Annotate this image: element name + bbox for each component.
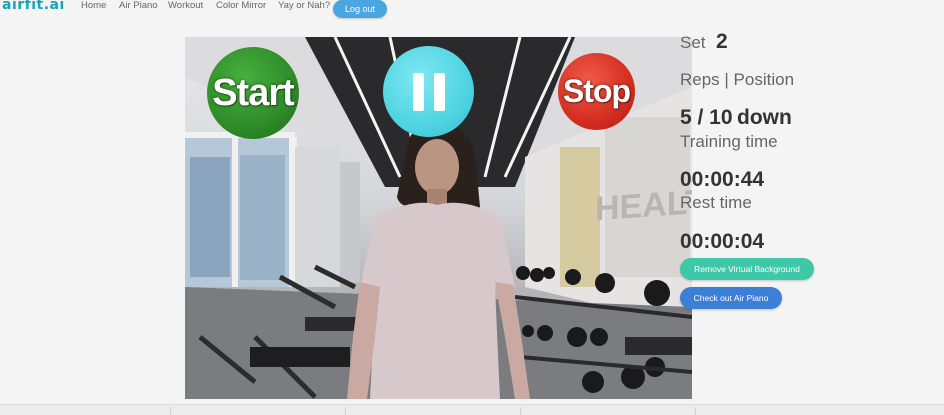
start-button[interactable]: Start bbox=[207, 47, 299, 139]
reps-value: 5 / 10 bbox=[680, 106, 733, 129]
set-value: 2 bbox=[715, 30, 728, 53]
reps-position-label: Reps | Position bbox=[680, 70, 795, 89]
nav-link-home[interactable]: Home bbox=[81, 0, 106, 11]
stop-button[interactable]: Stop bbox=[558, 53, 635, 130]
nav-link-air-piano[interactable]: Air Piano bbox=[119, 0, 158, 11]
training-time-label: Training time bbox=[680, 132, 778, 151]
reps-position-row: 5 / 10 down bbox=[680, 106, 792, 130]
check-out-air-piano-button[interactable]: Check out Air Piano bbox=[680, 287, 782, 309]
top-nav: airfit.ai Home Air Piano Workout Color M… bbox=[0, 0, 944, 22]
position-value: down bbox=[737, 106, 792, 129]
nav-link-color-mirror[interactable]: Color Mirror bbox=[216, 0, 266, 11]
remove-virtual-background-button[interactable]: Remove Virtual Background bbox=[680, 258, 814, 280]
set-label: Set bbox=[680, 33, 706, 52]
webcam-video: HEALTH Start Stop bbox=[185, 37, 692, 399]
start-label: Start bbox=[212, 71, 295, 114]
rest-time-value: 00:00:04 bbox=[680, 230, 765, 253]
pause-button[interactable] bbox=[383, 46, 474, 137]
site-logo[interactable]: airfit.ai bbox=[2, 0, 65, 13]
rest-time-label: Rest time bbox=[680, 193, 752, 212]
pause-icon bbox=[412, 72, 445, 111]
stop-label: Stop bbox=[562, 73, 631, 109]
set-row: Set 2 bbox=[680, 30, 728, 54]
training-time-value: 00:00:44 bbox=[680, 168, 765, 191]
bottom-bar bbox=[0, 404, 944, 415]
nav-link-yay-or-nah[interactable]: Yay or Nah? bbox=[278, 0, 330, 11]
logout-button[interactable]: Log out bbox=[333, 0, 387, 18]
nav-link-workout[interactable]: Workout bbox=[168, 0, 203, 11]
